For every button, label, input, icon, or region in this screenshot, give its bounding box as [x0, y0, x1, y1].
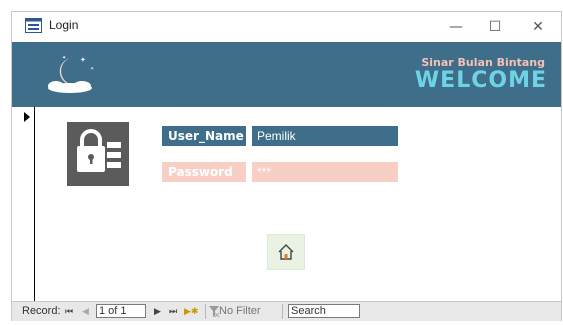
- svg-text:✦: ✦: [90, 66, 94, 72]
- username-field[interactable]: Pemilik: [252, 126, 398, 146]
- maximize-button[interactable]: ☐: [475, 14, 515, 40]
- welcome-title: WELCOME: [414, 68, 547, 93]
- lock-list-icon: [67, 122, 129, 186]
- record-navigation-bar: Record: ⏮ ◀ 1 of 1 ▶ ⏭ ▶✱ No Filter Sear…: [12, 301, 561, 321]
- first-record-button[interactable]: ⏮: [65, 306, 73, 317]
- current-record-input[interactable]: 1 of 1: [96, 304, 146, 318]
- home-button[interactable]: [267, 234, 305, 270]
- record-selector[interactable]: [12, 107, 35, 301]
- form-icon: [25, 18, 42, 33]
- next-record-button[interactable]: ▶: [154, 306, 161, 317]
- svg-text:✦: ✦: [80, 56, 86, 64]
- minimize-button[interactable]: —: [436, 14, 476, 40]
- home-icon: [278, 244, 294, 260]
- window-title: Login: [49, 18, 79, 32]
- record-label: Record:: [22, 305, 61, 317]
- title-bar: Login — ☐ ✕: [12, 12, 561, 42]
- nav-separator: [205, 304, 206, 319]
- close-button[interactable]: ✕: [518, 14, 558, 40]
- last-record-button[interactable]: ⏭: [169, 306, 177, 317]
- current-record-arrow-icon: [24, 112, 30, 122]
- previous-record-button[interactable]: ◀: [82, 306, 89, 317]
- header-banner: ✦ ✦ ✦ Sinar Bulan Bintang WELCOME: [12, 42, 561, 107]
- svg-text:✦: ✦: [62, 55, 66, 61]
- no-filter-button[interactable]: No Filter: [219, 305, 261, 317]
- moon-stars-icon: ✦ ✦ ✦: [48, 55, 94, 93]
- nav-separator: [282, 304, 283, 319]
- new-record-button[interactable]: ▶✱: [184, 306, 198, 317]
- username-label: User_Name: [162, 126, 246, 146]
- search-input[interactable]: Search: [288, 304, 360, 318]
- login-window: Login — ☐ ✕ ✦ ✦ ✦ Sinar Bulan Bintang WE…: [11, 11, 562, 321]
- password-field[interactable]: ***: [252, 162, 398, 182]
- password-label: Password: [162, 162, 246, 182]
